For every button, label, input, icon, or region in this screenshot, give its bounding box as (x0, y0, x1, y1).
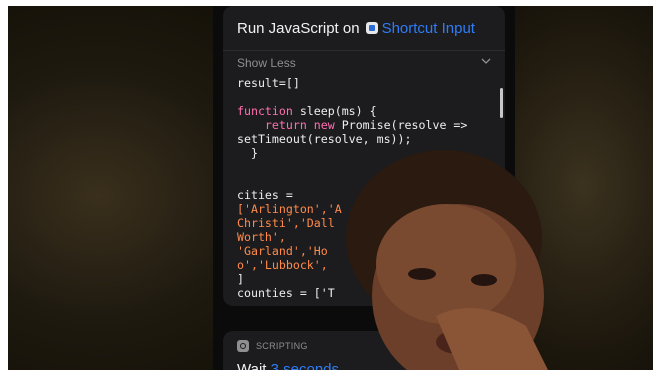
category-label: SCRIPTING (256, 341, 308, 351)
code-line: 'Garland','Ho (237, 244, 328, 258)
code-line: setTimeout(resolve, ms)); (237, 132, 412, 146)
action-header: Run JavaScript on Shortcut Input (223, 6, 505, 50)
code-line: counties = ['T (237, 286, 335, 300)
code-line: Christi','Dall (237, 216, 335, 230)
code-line: cities = (237, 188, 293, 202)
divider (223, 50, 505, 51)
chevron-down-icon[interactable] (481, 58, 491, 64)
wait-label: Wait (237, 361, 267, 370)
code-line: Worth', (237, 230, 286, 244)
action-title: Run JavaScript on (237, 19, 360, 37)
presenter-overlay (346, 150, 548, 370)
code-line: result=[] (237, 76, 300, 90)
code-line: } (237, 146, 258, 160)
code-scrollbar[interactable] (500, 88, 503, 118)
code-line: ] (237, 272, 244, 286)
shortcut-input-icon (365, 22, 378, 34)
code-line: return new Promise(resolve => (264, 118, 468, 132)
show-less-toggle[interactable]: Show Less (237, 56, 296, 70)
shortcut-input-variable[interactable]: Shortcut Input (382, 20, 475, 37)
code-line: o','Lubbock', (237, 258, 328, 272)
code-line: function sleep(ms) { (237, 104, 377, 118)
action-category: SCRIPTING (237, 340, 308, 352)
scripting-icon (237, 340, 249, 352)
wait-action-title: Wait 3 seconds (237, 361, 339, 370)
video-frame: Run JavaScript on Shortcut Input Show Le… (8, 6, 653, 370)
